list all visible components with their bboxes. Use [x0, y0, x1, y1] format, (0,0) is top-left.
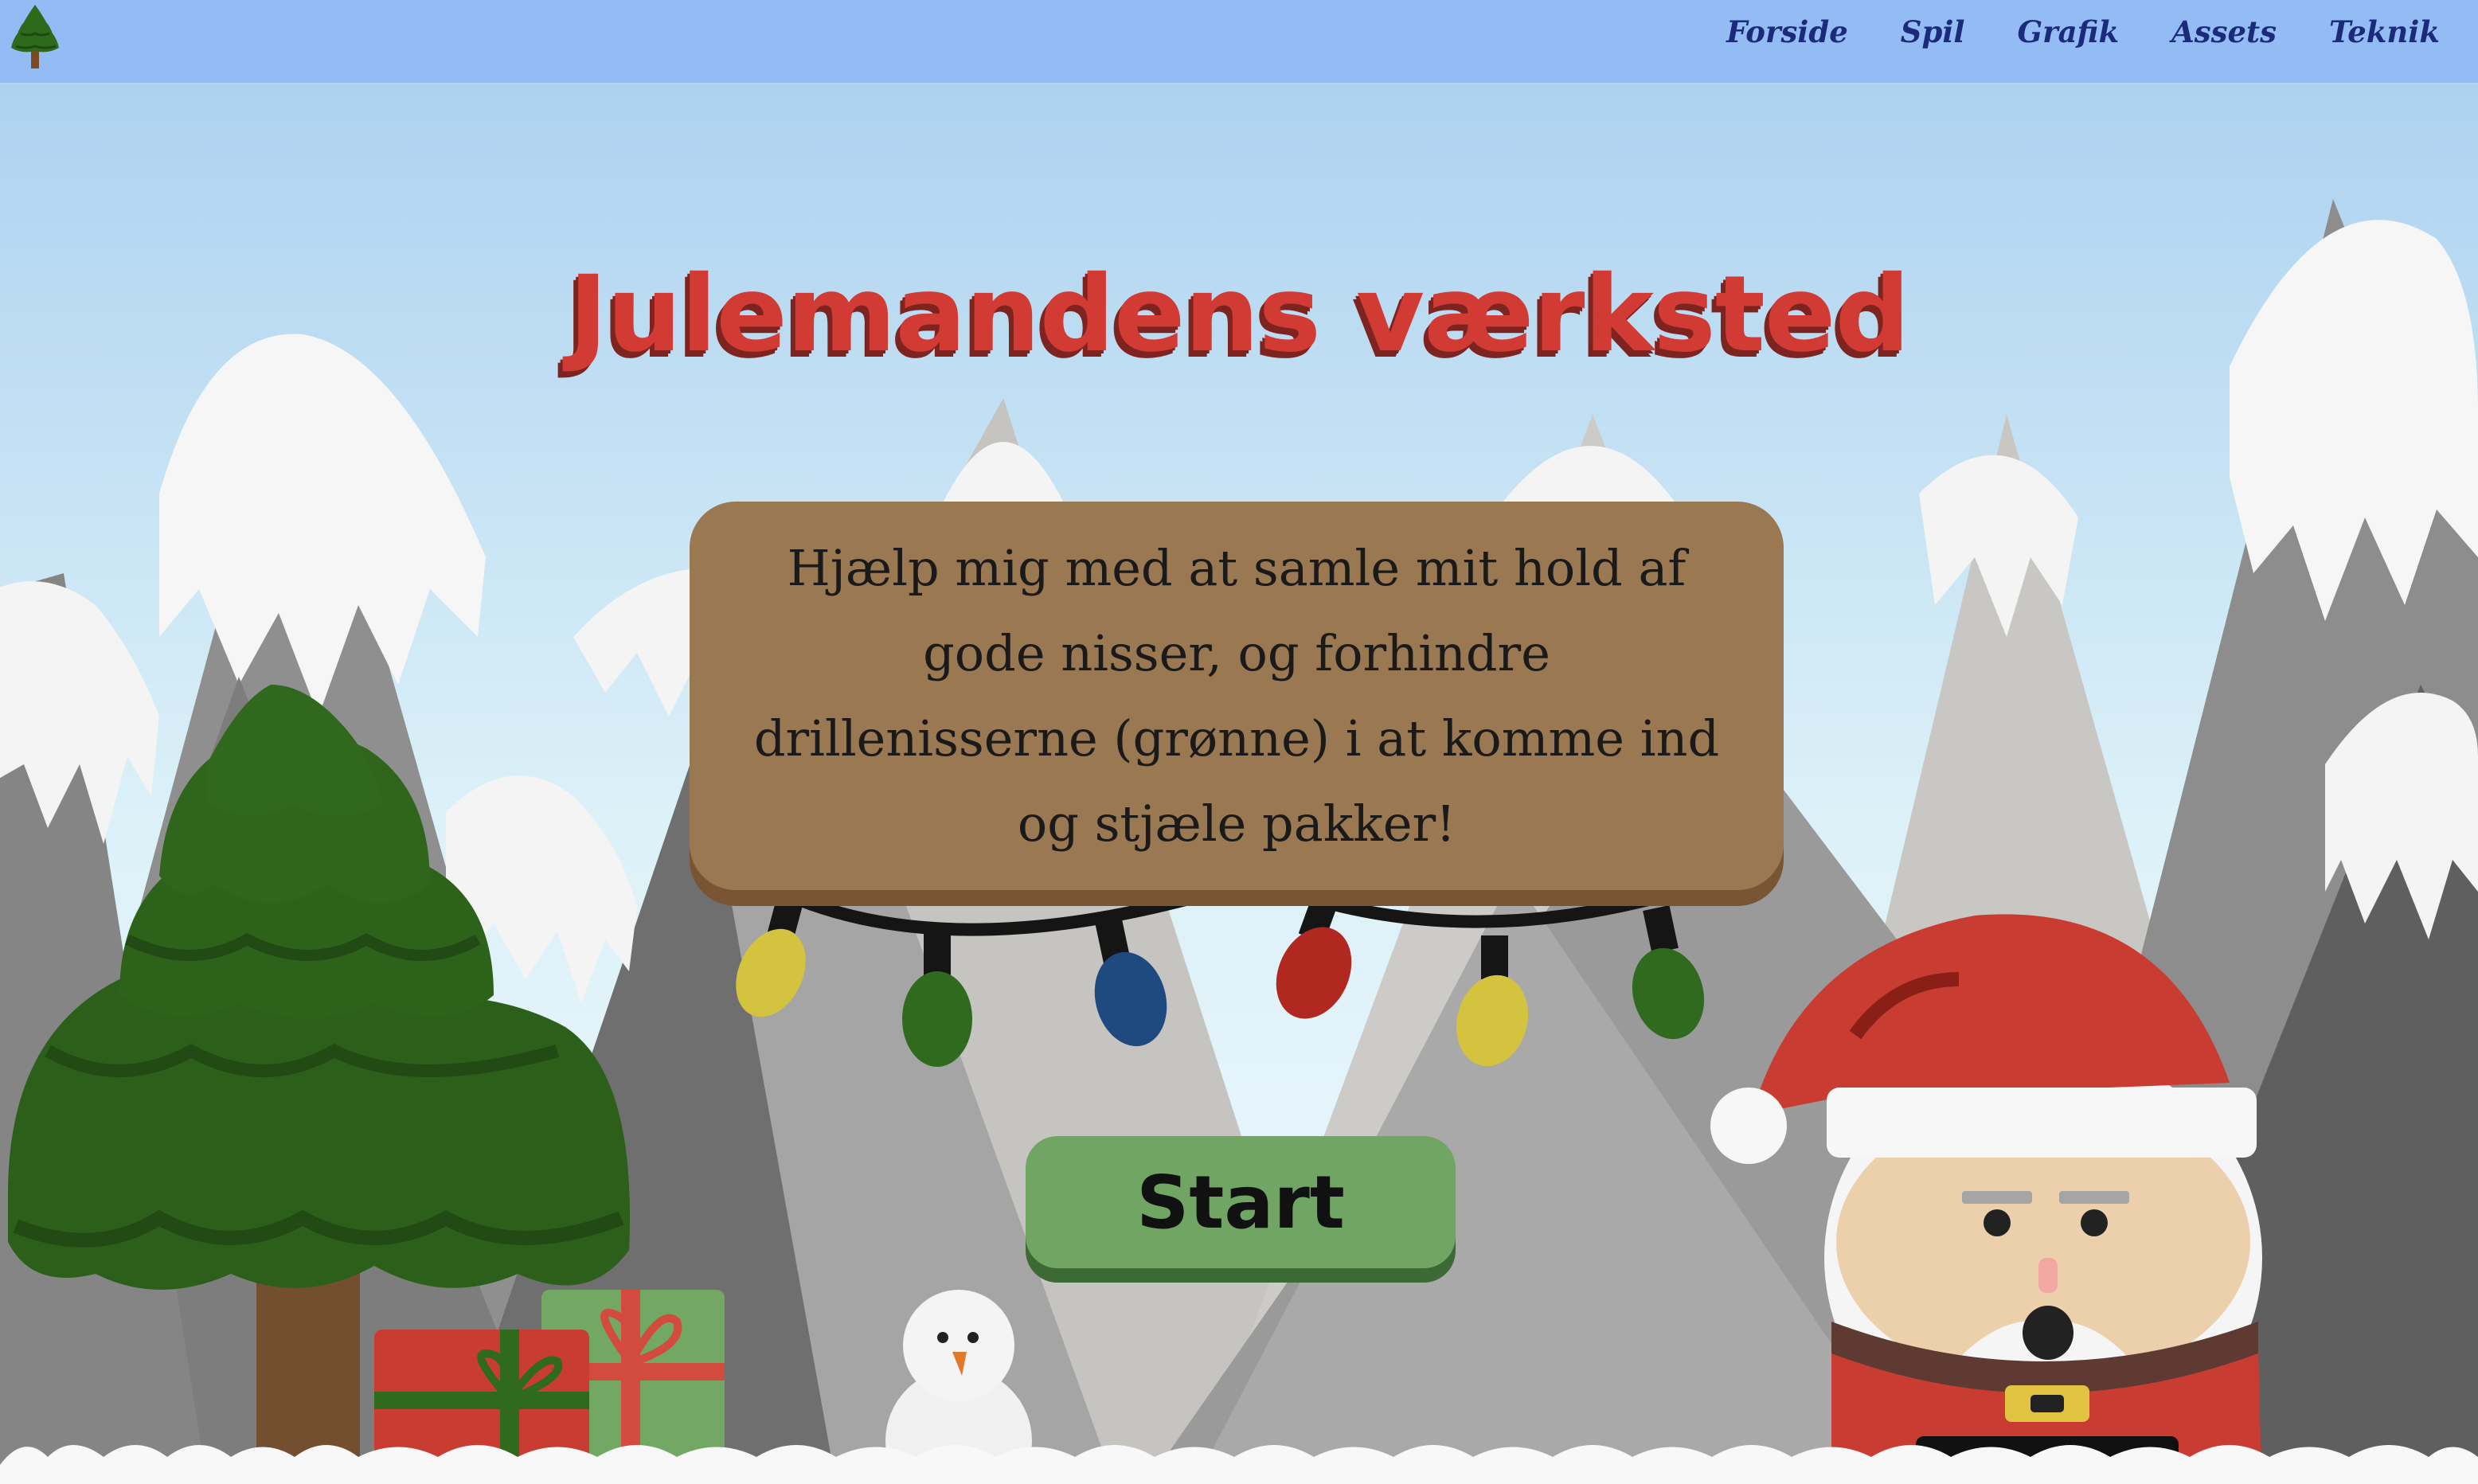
nav-link-spil[interactable]: Spil — [1901, 14, 1965, 49]
main-nav: Forside Spil Grafik Assets Teknik — [1726, 14, 2440, 49]
pine-tree-icon[interactable] — [5, 2, 65, 70]
nav-link-assets[interactable]: Assets — [2171, 14, 2277, 49]
intro-text: Hjælp mig med at samle mit hold af gode … — [753, 539, 1720, 853]
game-title: Julemandens værksted — [569, 253, 1910, 376]
intro-board: Hjælp mig med at samle mit hold af gode … — [690, 502, 1784, 890]
start-button[interactable]: Start — [1026, 1136, 1456, 1268]
nav-link-forside[interactable]: Forside — [1726, 14, 1848, 49]
nav-bar: Forside Spil Grafik Assets Teknik — [0, 0, 2478, 84]
nav-link-teknik[interactable]: Teknik — [2329, 14, 2440, 49]
nav-link-grafik[interactable]: Grafik — [2017, 14, 2119, 49]
